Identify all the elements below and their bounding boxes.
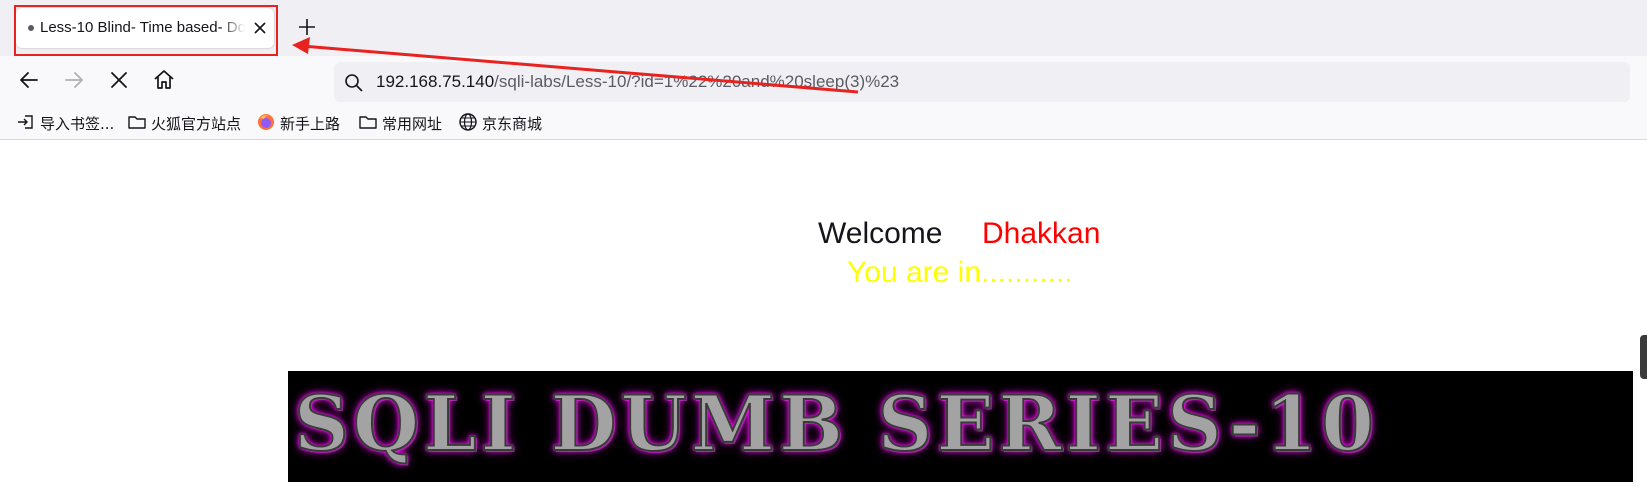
- bookmark-firefox-site[interactable]: 火狐官方站点: [127, 112, 242, 133]
- bookmark-jd[interactable]: 京东商城: [458, 112, 546, 133]
- forward-icon[interactable]: [60, 66, 88, 94]
- welcome-name: Dhakkan: [982, 217, 1101, 250]
- stop-loading-icon[interactable]: [105, 66, 133, 94]
- banner-title: SQLI DUMB SERIES-10: [293, 378, 1378, 469]
- bookmark-getting-started[interactable]: 新手上路: [256, 112, 344, 133]
- search-icon: [345, 74, 363, 92]
- import-icon: [18, 115, 33, 129]
- back-icon[interactable]: [15, 66, 43, 94]
- bookmark-common-sites[interactable]: 常用网址: [358, 112, 446, 133]
- bookmarks-toolbar: 导入书签... 火狐官方站点 新手上路 常用网址 京东商城: [0, 104, 1647, 140]
- globe-icon: [459, 113, 477, 131]
- bookmark-label: 常用网址: [382, 115, 443, 133]
- home-icon[interactable]: [150, 66, 178, 94]
- bookmark-label: 导入书签...: [40, 115, 115, 133]
- annotation-highlight-box: [14, 5, 278, 56]
- folder-icon: [359, 116, 377, 129]
- page-content: Welcome Dhakkan You are in........... SQ…: [0, 141, 1647, 494]
- series-banner: SQLI DUMB SERIES-10: [288, 371, 1633, 482]
- new-tab-icon[interactable]: [296, 16, 318, 38]
- bookmark-label: 新手上路: [280, 115, 341, 133]
- welcome-text: Welcome: [818, 217, 943, 250]
- bookmark-label: 火狐官方站点: [151, 115, 242, 133]
- scrollbar-handle[interactable]: [1640, 335, 1647, 379]
- bookmark-import[interactable]: 导入书签...: [16, 112, 116, 133]
- url-text[interactable]: 192.168.75.140/sqli-labs/Less-10/?id=1%2…: [376, 72, 899, 92]
- status-message: You are in...........: [847, 256, 1073, 289]
- firefox-icon: [258, 114, 274, 130]
- navigation-toolbar: 192.168.75.140/sqli-labs/Less-10/?id=1%2…: [0, 56, 1647, 104]
- url-host: 192.168.75.140: [376, 72, 495, 91]
- folder-icon: [128, 116, 146, 129]
- bookmark-label: 京东商城: [482, 115, 543, 133]
- address-bar[interactable]: 192.168.75.140/sqli-labs/Less-10/?id=1%2…: [334, 62, 1630, 102]
- url-path: /sqli-labs/Less-10/?id=1%22%20and%20slee…: [494, 72, 900, 91]
